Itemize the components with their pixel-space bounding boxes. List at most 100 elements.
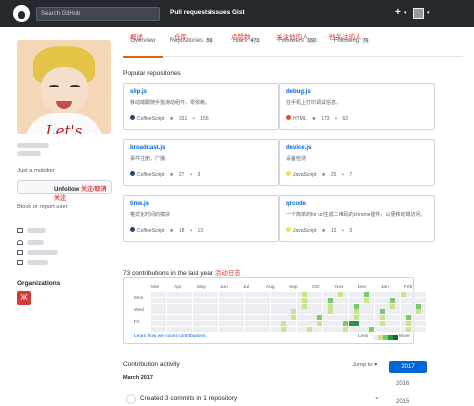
email-icon	[17, 250, 23, 255]
profile-tabs: Overview Repositories 59 Stars 473 Follo…	[123, 33, 463, 57]
new-menu-icon[interactable]: +	[395, 7, 401, 18]
repository-language: JavaScript	[293, 228, 317, 234]
month-label: Dec	[358, 285, 367, 290]
month-label: Nov	[335, 285, 344, 290]
legend-less: Less	[358, 334, 369, 339]
star-count: 173	[321, 115, 330, 122]
repository-card[interactable]: device.js 设备检测 JavaScript ★ 25 ⑂ 7	[279, 139, 435, 186]
collapse-activity-icon[interactable]: ⌄	[374, 393, 380, 401]
activity-month: March 2017	[123, 375, 153, 381]
repository-language: CoffeeScript	[137, 116, 165, 122]
repository-name[interactable]: time.js	[130, 201, 149, 207]
fork-icon: ⑂	[192, 115, 196, 122]
tab-following-note: 他关注的人	[329, 34, 362, 41]
nav-pull-requests[interactable]: Pull requests	[170, 9, 211, 16]
active-tab-indicator	[123, 56, 163, 58]
fork-icon: ⑂	[189, 227, 193, 234]
repository-description: 在手机上打印调试信息。	[286, 100, 342, 106]
star-icon: ★	[169, 115, 174, 122]
search-input[interactable]: Search GitHub	[36, 7, 160, 21]
contribution-day-cell[interactable]	[421, 303, 427, 309]
year-2017-button[interactable]: 2017	[389, 361, 427, 373]
month-label: Aug	[266, 285, 275, 290]
language-color-dot	[130, 227, 135, 232]
star-icon: ★	[321, 227, 326, 234]
star-icon: ★	[321, 171, 326, 178]
fork-count: 13	[197, 227, 204, 234]
repository-language: JavaScript	[293, 172, 317, 178]
fork-icon: ⑂	[341, 171, 345, 178]
unfollow-button[interactable]: Unfollow 关注/取消关注	[17, 180, 112, 202]
contributions-title: 73 contributions in the last year 活动日志	[123, 270, 241, 277]
repository-description: 一个简单的for url生成二维码的chrome插件，以便移动端访问。	[286, 212, 426, 218]
star-count: 13	[330, 227, 337, 234]
star-icon: ★	[169, 227, 174, 234]
fork-count: 3	[349, 227, 353, 234]
contribution-day-cell[interactable]	[421, 315, 427, 321]
blurred-email	[27, 250, 58, 255]
tab-repositories-note: 仓库	[174, 34, 187, 41]
repository-description: 事件注册，广播	[130, 156, 166, 162]
user-menu-caret-icon[interactable]: ▾	[427, 10, 430, 16]
repository-name[interactable]: qrcode	[286, 201, 306, 207]
repository-card[interactable]: broadcast.js 事件注册，广播 CoffeeScript ★ 27 ⑂ 3	[123, 139, 279, 186]
repository-card[interactable]: qrcode 一个简单的for url生成二维码的chrome插件，以便移动端访…	[279, 195, 435, 242]
legend-color-cell	[393, 335, 398, 340]
activity-item[interactable]: Created 3 commits in 1 repository	[140, 395, 237, 402]
profile-avatar: Let's	[17, 40, 111, 134]
contribution-day-cell[interactable]	[421, 297, 427, 303]
contribution-day-cell[interactable]	[421, 321, 427, 326]
language-color-dot	[286, 115, 291, 120]
language-color-dot	[130, 115, 135, 120]
organization-icon	[17, 228, 23, 233]
learn-contributions-link[interactable]: Learn how we count contributions.	[134, 334, 207, 339]
organizations-title: Organizations	[17, 280, 61, 287]
fork-icon: ⑂	[341, 227, 345, 234]
nav-issues[interactable]: Issues	[210, 9, 230, 16]
repository-name[interactable]: slip.js	[130, 89, 147, 95]
repository-description: 移动端跟随手指滑动组件，零依赖。	[130, 100, 211, 106]
repository-description: 设备检测	[286, 156, 307, 162]
new-menu-caret-icon[interactable]: ▾	[404, 10, 407, 16]
month-label: Jun	[220, 285, 228, 290]
blurred-website	[27, 260, 48, 265]
contribution-day-cell[interactable]	[421, 292, 427, 297]
year-2015-link[interactable]: 2015	[396, 399, 409, 405]
legend-more: More	[399, 334, 410, 339]
repository-name[interactable]: broadcast.js	[130, 145, 165, 151]
year-2016-link[interactable]: 2016	[396, 381, 409, 387]
popular-repositories-title: Popular repositories	[123, 70, 181, 77]
blurred-username	[17, 151, 41, 156]
star-count: 25	[330, 171, 337, 178]
contribution-day-cell[interactable]	[421, 309, 427, 315]
github-logo-icon[interactable]	[13, 5, 30, 22]
profile-bio: Just a mobiker	[17, 168, 55, 174]
repository-card[interactable]: debug.js 在手机上打印调试信息。 HTML ★ 173 ⑂ 62	[279, 83, 435, 130]
tab-overview-note: 概述	[130, 34, 143, 41]
repository-language: CoffeeScript	[137, 172, 165, 178]
blurred-full-name	[17, 143, 49, 148]
jump-to-dropdown[interactable]: Jump to ▾	[352, 362, 377, 368]
link-icon	[17, 260, 23, 265]
repository-card[interactable]: time.js 格式化时间的模块 CoffeeScript ★ 18 ⑂ 13	[123, 195, 279, 242]
nav-gist[interactable]: Gist	[232, 9, 245, 16]
tab-stars-note: 点赞数	[231, 34, 251, 41]
month-label: Mar	[151, 285, 160, 290]
block-report-link[interactable]: Block or report user	[17, 204, 68, 210]
star-count: 331	[178, 115, 188, 122]
top-navigation: Search GitHub Pull requests Issues Gist …	[0, 0, 474, 27]
fork-count: 7	[349, 171, 353, 178]
user-avatar-button[interactable]	[413, 8, 424, 19]
repository-card[interactable]: slip.js 移动端跟随手指滑动组件，零依赖。 CoffeeScript ★ 33…	[123, 83, 279, 130]
month-label: Apr	[174, 285, 182, 290]
repository-name[interactable]: debug.js	[286, 89, 311, 95]
star-icon: ★	[169, 171, 174, 178]
star-count: 27	[178, 171, 185, 178]
fork-icon: ⑂	[334, 115, 338, 122]
day-label-mon: Mon	[134, 296, 144, 301]
contribution-day-cell[interactable]	[421, 326, 427, 332]
location-icon	[17, 240, 23, 245]
organization-logo[interactable]: Ж	[17, 291, 31, 305]
repository-name[interactable]: device.js	[286, 145, 311, 151]
fork-icon: ⑂	[189, 171, 193, 178]
